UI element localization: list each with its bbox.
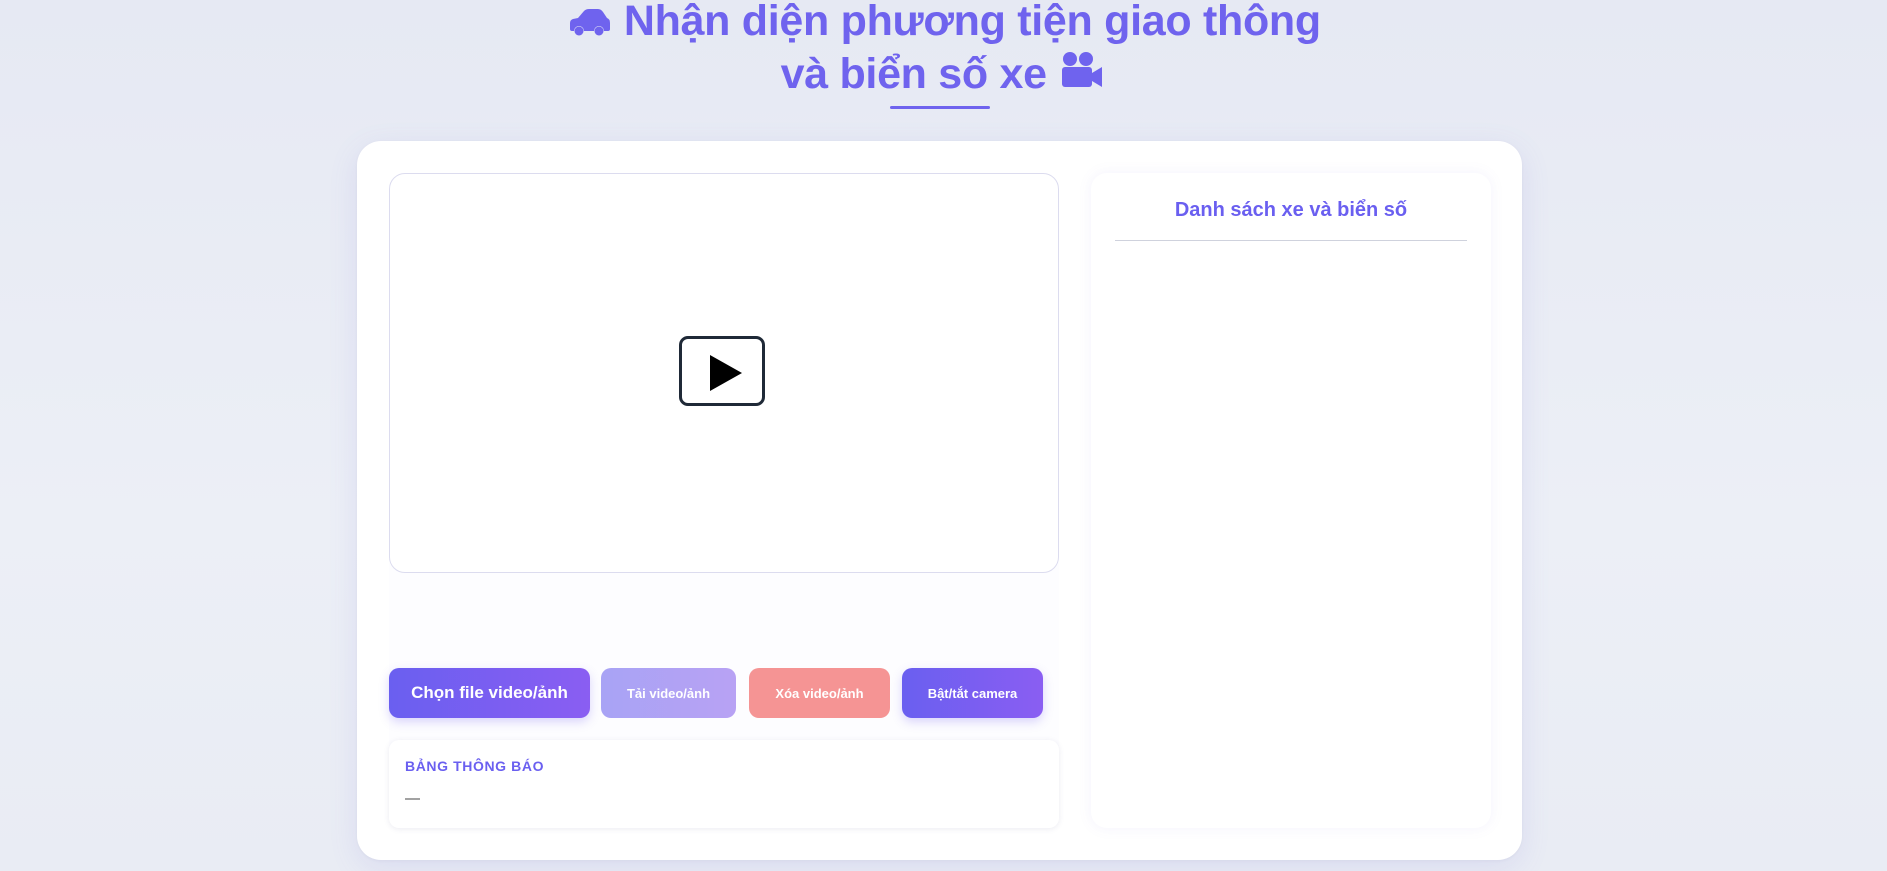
vehicle-list-divider (1115, 240, 1467, 241)
play-icon[interactable] (679, 336, 765, 406)
page-title-line-2: và biển số xe (0, 48, 1887, 104)
page-title-line-1: Nhận diện phương tiện giao thông (0, 0, 1887, 50)
main-card: Chọn file video/ảnh Tải video/ảnh Xóa vi… (357, 141, 1522, 860)
title-text-1: Nhận diện phương tiện giao thông (623, 0, 1321, 45)
title-text-2: và biển số xe (780, 50, 1047, 98)
delete-button[interactable]: Xóa video/ảnh (749, 668, 890, 718)
video-camera-icon (1058, 49, 1106, 104)
notice-title: BẢNG THÔNG BÁO (405, 758, 545, 774)
media-panel: Chọn file video/ảnh Tải video/ảnh Xóa vi… (389, 173, 1059, 828)
title-underline (890, 106, 990, 109)
notice-text: — (405, 790, 420, 807)
car-icon (566, 0, 612, 50)
video-preview[interactable] (389, 173, 1059, 573)
choose-file-button[interactable]: Chọn file video/ảnh (389, 668, 590, 718)
vehicle-list-panel: Danh sách xe và biển số (1091, 173, 1491, 828)
play-triangle (710, 355, 742, 391)
vehicle-list-title: Danh sách xe và biển số (1174, 199, 1408, 221)
notice-board: BẢNG THÔNG BÁO — (389, 740, 1059, 828)
vehicle-list[interactable] (1115, 253, 1467, 808)
upload-button[interactable]: Tải video/ảnh (601, 668, 736, 718)
toggle-camera-button[interactable]: Bật/tắt camera (902, 668, 1043, 718)
